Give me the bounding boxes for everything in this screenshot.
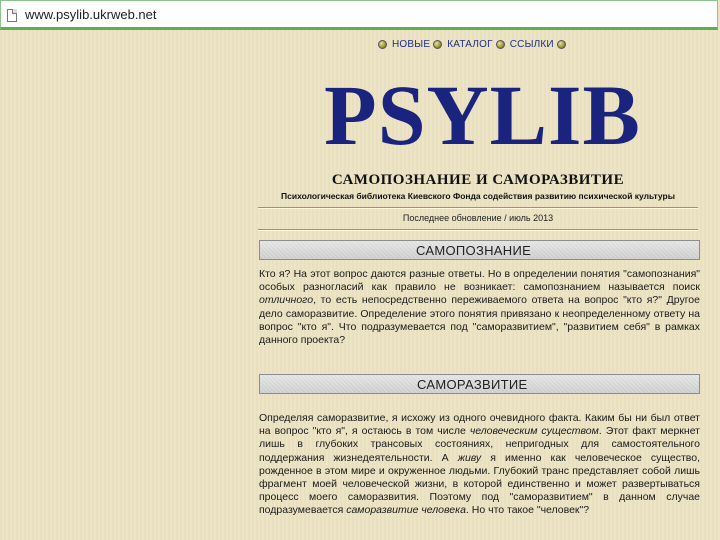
section-header-self-development: САМОРАЗВИТИЕ [259, 374, 700, 394]
divider [258, 229, 698, 231]
nav-link-new[interactable]: НОВЫЕ [392, 39, 430, 50]
divider [258, 207, 698, 209]
last-updated: Последнее обновление / июль 2013 [402, 213, 554, 223]
site-logo[interactable]: PSYLIB [305, 72, 660, 158]
bullet-icon [433, 39, 443, 49]
bullet-icon [495, 39, 505, 49]
nav-link-catalog[interactable]: КАТАЛОГ [447, 39, 493, 50]
top-nav: НОВЫЕ КАТАЛОГ ССЫЛКИ [375, 37, 571, 51]
page-icon [7, 9, 17, 22]
section-title: САМОРАЗВИТИЕ [417, 377, 528, 392]
paragraph-text: . Но что такое "человек"? [465, 504, 590, 517]
url-text[interactable]: www.psylib.ukrweb.net [25, 7, 157, 22]
paragraph-emphasis: живу [457, 451, 482, 464]
paragraph-text: Кто я? На этот вопрос даются разные отве… [259, 268, 700, 294]
address-bar[interactable]: www.psylib.ukrweb.net [0, 0, 718, 30]
section-title: САМОПОЗНАНИЕ [416, 243, 532, 258]
site-subtitle: САМОПОЗНАНИЕ И САМОРАЗВИТИЕ [331, 172, 625, 188]
bullet-icon [556, 39, 566, 49]
paragraph-emphasis: отличного [259, 294, 314, 307]
site-tagline: Психологическая библиотека Киевского Фон… [281, 191, 675, 201]
paragraph-text: , то есть непосредственно переживаемого … [259, 294, 700, 347]
section-header-self-knowledge: САМОПОЗНАНИЕ [259, 240, 700, 260]
nav-link-links[interactable]: ССЫЛКИ [510, 39, 554, 50]
paragraph-emphasis: человеческим существом [469, 425, 599, 438]
section-paragraph: Кто я? На этот вопрос даются разные отве… [259, 268, 700, 347]
paragraph-emphasis: саморазвитие человека [346, 504, 466, 517]
bullet-icon [378, 39, 387, 49]
section-paragraph: Определяя саморазвитие, я исхожу из одно… [259, 412, 700, 518]
